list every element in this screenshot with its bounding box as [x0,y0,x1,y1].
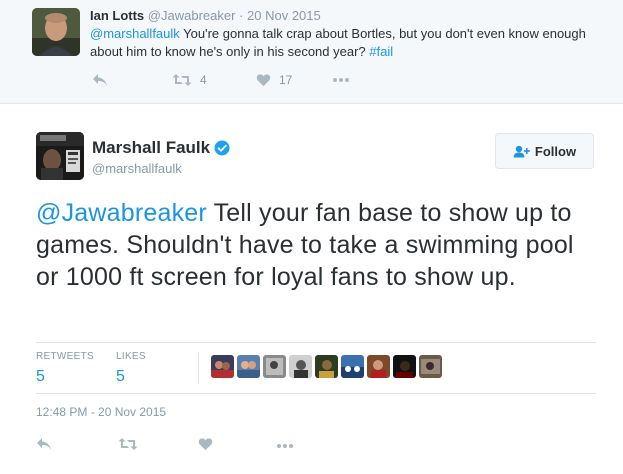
tweet-actions [36,435,436,455]
heart-icon [198,438,213,451]
likes-label: LIKES [116,351,146,362]
like-button[interactable]: 17 [256,71,292,89]
retweets-label: RETWEETS [36,351,94,362]
liker-avatar[interactable] [419,355,442,378]
more-icon [277,444,293,448]
tweet-actions: 4 17 [92,71,392,89]
tweet-stats: RETWEETS 5 LIKES 5 [36,342,596,394]
mention-link[interactable]: @Jawabreaker [36,199,207,227]
like-button[interactable] [198,435,213,453]
author-handle[interactable]: @marshallfaulk [92,161,182,176]
liker-avatars [211,355,445,378]
liker-avatar[interactable] [289,355,312,378]
avatar[interactable] [36,132,84,180]
tweet-text: @Jawabreaker Tell your fan base to show … [36,197,596,293]
retweets-value: 5 [36,368,45,385]
author-name[interactable]: Marshall Faulk [92,138,210,158]
retweets-stat[interactable]: RETWEETS 5 [36,351,94,386]
retweet-count: 4 [200,73,207,87]
liker-avatar[interactable] [211,355,234,378]
hashtag-link[interactable]: #fail [369,44,393,59]
author-name-row: Marshall Faulk [92,138,230,158]
more-button[interactable] [276,437,294,455]
more-icon [333,78,349,82]
tweet-text: @marshallfaulk You're gonna talk crap ab… [90,25,600,61]
more-button[interactable] [332,71,350,89]
liker-avatar[interactable] [341,355,364,378]
reply-icon [93,74,107,86]
liker-avatar[interactable] [237,355,260,378]
likes-value: 5 [116,368,125,385]
reply-tweet[interactable]: Ian Lotts @Jawabreaker · 20 Nov 2015 @ma… [0,0,623,104]
add-user-icon [513,145,530,157]
tweet-date[interactable]: 20 Nov 2015 [247,8,321,23]
liker-avatar[interactable] [367,355,390,378]
retweet-icon [172,74,192,86]
like-count: 17 [279,73,293,87]
retweet-button[interactable] [118,435,138,453]
likes-stat[interactable]: LIKES 5 [116,351,146,386]
follow-button[interactable]: Follow [495,133,594,169]
retweet-icon [118,438,138,450]
reply-button[interactable] [36,435,52,453]
liker-avatar[interactable] [315,355,338,378]
heart-icon [256,74,271,87]
stats-divider [198,352,199,384]
author-handle[interactable]: @Jawabreaker [148,8,236,23]
retweet-button[interactable]: 4 [172,71,207,89]
liker-avatar[interactable] [263,355,286,378]
author-name[interactable]: Ian Lotts [90,8,144,23]
separator: · [239,8,244,23]
reply-header: Ian Lotts @Jawabreaker · 20 Nov 2015 [90,8,321,23]
mention-link[interactable]: @marshallfaulk [90,26,180,41]
tweet-timestamp[interactable]: 12:48 PM - 20 Nov 2015 [36,405,166,419]
follow-label: Follow [534,143,577,159]
avatar[interactable] [32,8,80,56]
reply-button[interactable] [92,71,108,89]
verified-badge-icon [214,140,230,156]
liker-avatar[interactable] [393,355,416,378]
reply-icon [37,438,51,450]
